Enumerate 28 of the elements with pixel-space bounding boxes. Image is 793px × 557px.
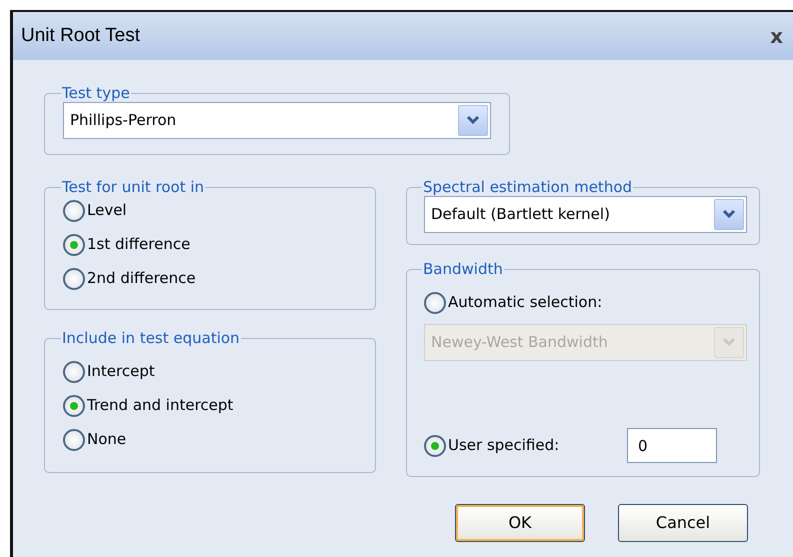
radio-label[interactable]: Trend and intercept: [87, 394, 234, 417]
group-label: Test type: [61, 85, 131, 102]
test-type-dropdown[interactable]: Phillips-Perron: [63, 102, 491, 138]
group-label: Bandwidth: [422, 261, 504, 278]
radio-button[interactable]: [63, 234, 85, 256]
radio-label[interactable]: None: [87, 428, 126, 451]
radio-label[interactable]: User specified:: [448, 434, 560, 457]
radio-label[interactable]: Automatic selection:: [448, 291, 602, 314]
radio-label[interactable]: 1st difference: [87, 233, 190, 256]
group-label: Test for unit root in: [61, 179, 206, 196]
group-label: Include in test equation: [61, 330, 241, 346]
radio-button[interactable]: [63, 360, 85, 382]
spectral-method-dropdown[interactable]: Default (Bartlett kernel): [424, 196, 747, 232]
cancel-button[interactable]: Cancel: [618, 504, 748, 542]
radio-button[interactable]: [63, 268, 85, 290]
radio-button[interactable]: [63, 200, 85, 222]
ok-button[interactable]: OK: [455, 504, 585, 542]
bandwidth-input[interactable]: 0: [627, 428, 717, 463]
window-title: Unit Root Test: [21, 24, 140, 48]
radio-label[interactable]: Level: [87, 199, 127, 222]
radio-button[interactable]: [63, 428, 85, 450]
close-button[interactable]: x: [770, 26, 783, 46]
radio-button[interactable]: [63, 394, 85, 416]
radio-button[interactable]: [424, 434, 446, 456]
radio-label[interactable]: Intercept: [87, 360, 155, 383]
radio-label[interactable]: 2nd difference: [87, 267, 196, 290]
group-label: Spectral estimation method: [422, 179, 634, 196]
radio-button[interactable]: [424, 292, 446, 314]
